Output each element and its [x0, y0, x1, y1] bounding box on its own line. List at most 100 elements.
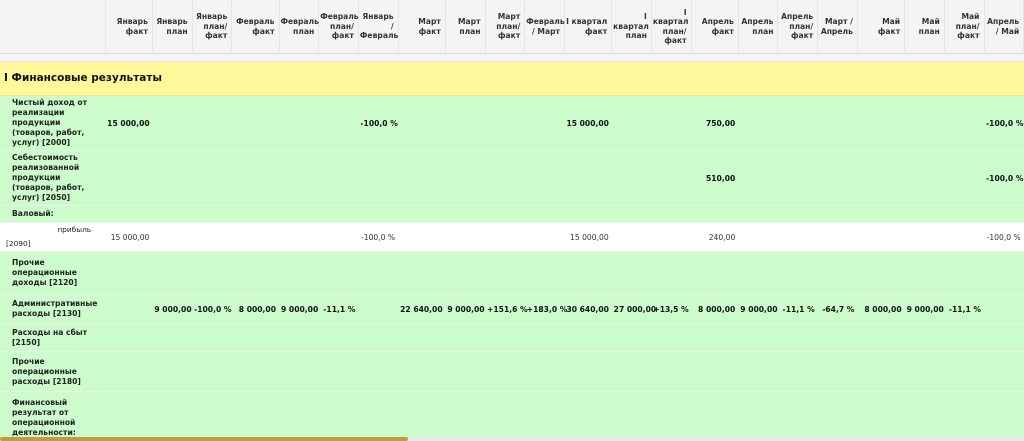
data-cell: 750,00 — [691, 95, 739, 151]
data-cell — [105, 351, 153, 392]
row-label: Административные расходы [2130] — [0, 294, 106, 324]
data-cell — [524, 150, 565, 206]
data-cell — [445, 150, 486, 206]
data-cell — [738, 205, 778, 223]
data-cell — [777, 351, 818, 392]
data-cell: 8 000,00 — [857, 294, 905, 324]
row-label: Чистый доход от реализации продукции (то… — [0, 95, 106, 151]
data-cell — [984, 391, 1024, 437]
column-header: Март план/ факт — [485, 0, 526, 54]
data-cell — [904, 251, 945, 295]
data-cell — [318, 95, 359, 151]
data-cell — [445, 205, 486, 223]
data-cell — [651, 251, 692, 295]
data-cell — [651, 205, 692, 223]
column-header: Апрель план/ факт — [777, 0, 819, 54]
data-cell — [817, 391, 858, 437]
data-cell — [738, 95, 778, 151]
column-header: Март / Апрель — [817, 0, 858, 54]
data-cell — [738, 323, 778, 352]
data-cell — [611, 205, 652, 223]
data-cell — [817, 251, 858, 295]
data-cell — [152, 222, 193, 252]
column-header: Январь план — [152, 0, 193, 54]
data-cell — [192, 222, 232, 252]
data-cell — [564, 205, 612, 223]
horizontal-scrollbar[interactable] — [0, 437, 1024, 441]
data-cell — [777, 391, 818, 437]
data-cell — [524, 251, 565, 295]
data-cell: 27 000,00 — [611, 294, 656, 324]
column-header: I квартал факт — [564, 0, 613, 54]
data-cell — [857, 95, 905, 151]
data-cell — [944, 323, 985, 352]
data-cell — [398, 323, 446, 352]
data-cell — [105, 294, 153, 324]
data-cell — [318, 351, 359, 392]
data-cell — [398, 222, 446, 252]
data-cell: -100,0 % — [358, 95, 399, 151]
data-cell — [738, 391, 778, 437]
column-header: Март план — [445, 0, 486, 54]
data-cell — [279, 205, 319, 223]
data-cell — [105, 391, 153, 437]
data-cell — [485, 150, 525, 206]
data-cell — [651, 95, 692, 151]
data-cell — [524, 323, 565, 352]
data-cell — [944, 391, 985, 437]
data-cell: 15 000,00 — [564, 95, 612, 151]
row-label-part: прибыль — [57, 225, 92, 234]
data-cell — [944, 95, 985, 151]
row-label-text: Административные расходы [2130] — [12, 299, 98, 318]
row-label: Себестоимость реализованной продукции (т… — [0, 150, 106, 206]
data-cell — [152, 150, 193, 206]
data-cell — [691, 205, 739, 223]
data-cell: 15 000,00 — [105, 95, 153, 151]
data-cell — [318, 391, 359, 437]
data-cell — [611, 95, 652, 151]
data-cell — [857, 351, 905, 392]
data-cell — [857, 150, 905, 206]
data-cell — [358, 150, 399, 206]
data-cell — [445, 222, 486, 252]
data-cell: 9 000,00 — [738, 294, 778, 324]
data-cell — [231, 323, 279, 352]
row-label: Финансовый результат от операционной дея… — [0, 391, 106, 437]
table-row: Расходы на сбыт [2150] — [0, 323, 1024, 352]
data-cell — [398, 95, 446, 151]
column-header: I квартал план/ факт — [651, 0, 692, 54]
data-cell — [445, 251, 486, 295]
column-header: Май план — [904, 0, 945, 54]
horizontal-scrollbar-thumb[interactable] — [0, 437, 408, 441]
table-row: Финансовый результат от операционной дея… — [0, 391, 1024, 437]
data-cell — [691, 251, 739, 295]
table-header-row: Январь факт Январь план Январь план/ факт Ф… — [0, 0, 1024, 54]
column-header: Апрель / Май — [984, 0, 1024, 54]
row-label-text: Валовый: — [12, 209, 54, 218]
data-cell — [358, 391, 399, 437]
data-cell — [485, 222, 525, 252]
data-cell — [485, 251, 525, 295]
data-cell — [105, 323, 153, 352]
data-cell — [152, 323, 193, 352]
data-cell — [904, 95, 945, 151]
data-cell — [398, 351, 446, 392]
data-cell: +151,6 % — [485, 294, 528, 324]
data-cell — [231, 251, 279, 295]
data-cell — [817, 222, 858, 252]
data-cell — [984, 205, 1024, 223]
data-cell — [445, 351, 486, 392]
table-row: Валовый: — [0, 205, 1024, 223]
data-cell — [738, 222, 778, 252]
header-spacer-row — [0, 53, 1024, 62]
header-corner-cell — [0, 0, 106, 54]
data-cell — [485, 323, 525, 352]
data-cell — [738, 150, 778, 206]
data-cell — [817, 323, 858, 352]
data-cell — [944, 351, 985, 392]
data-cell — [817, 150, 858, 206]
column-header: Май план/ факт — [944, 0, 985, 54]
data-cell — [777, 150, 818, 206]
table-body: I Финансовые результаты Чистый доход от … — [0, 53, 1024, 437]
data-cell — [192, 391, 232, 437]
